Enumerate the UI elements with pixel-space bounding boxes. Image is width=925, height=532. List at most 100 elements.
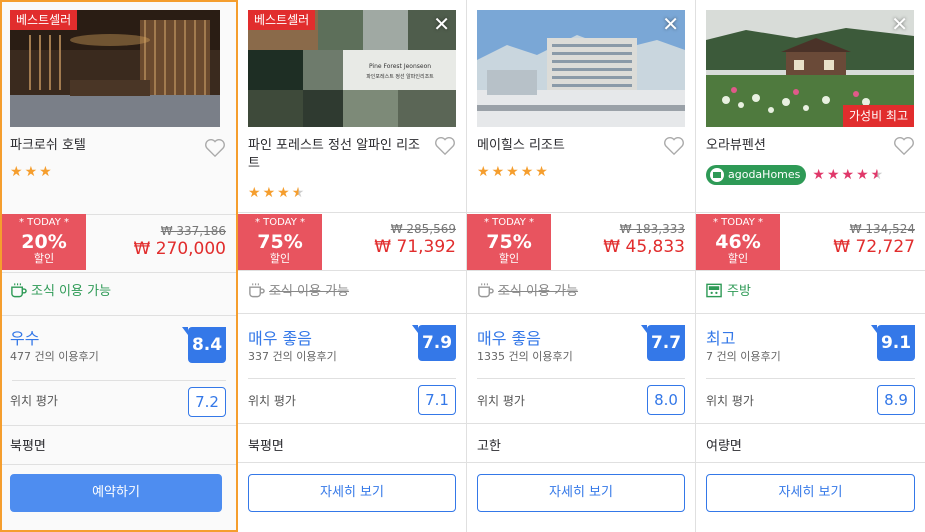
original-price: ₩ 134,524 bbox=[849, 222, 915, 236]
view-details-button[interactable]: 자세히 보기 bbox=[248, 474, 456, 512]
hotel-name[interactable]: 파크로쉬 호텔 bbox=[10, 137, 190, 155]
hotel-area: 고한 bbox=[477, 439, 501, 454]
star-icon: ★ bbox=[248, 185, 261, 201]
favorite-heart-icon[interactable] bbox=[663, 136, 685, 156]
sale-price: ₩ 71,392 bbox=[374, 237, 456, 257]
best-value-badge: 가성비 최고 bbox=[842, 105, 914, 127]
location-rating-label: 위치 평가 bbox=[248, 394, 296, 408]
close-icon[interactable]: ✕ bbox=[891, 14, 908, 34]
star-icon: ★ bbox=[826, 167, 840, 183]
agoda-homes-badge: agodaHomes bbox=[706, 165, 807, 185]
star-icon: ★ bbox=[477, 164, 490, 180]
today-label: * TODAY * bbox=[712, 217, 764, 228]
discount-percent: 75% bbox=[257, 231, 303, 253]
star-icon: ★ bbox=[520, 164, 534, 180]
divider bbox=[696, 313, 925, 314]
star-icon: ★ bbox=[39, 164, 52, 180]
divider bbox=[706, 378, 915, 379]
star-icon: ★ bbox=[841, 167, 855, 183]
discount-label: 할인 bbox=[727, 252, 749, 265]
divider bbox=[696, 212, 925, 213]
original-price: ₩ 337,186 bbox=[160, 224, 226, 238]
divider bbox=[2, 272, 236, 273]
review-score-label: 우수 bbox=[10, 329, 40, 348]
review-score-badge: 8.4 bbox=[182, 327, 226, 363]
hotel-photo[interactable]: Pine Forest Jeonseon 파인포레스트 정선 알파인리조트 베스… bbox=[248, 10, 456, 127]
divider bbox=[2, 315, 236, 316]
book-button[interactable]: 예약하기 bbox=[10, 474, 222, 512]
coffee-cup-icon bbox=[11, 282, 27, 297]
location-rating-label: 위치 평가 bbox=[477, 394, 525, 408]
hotel-area: 북평면 bbox=[10, 439, 46, 454]
divider bbox=[467, 270, 695, 271]
today-label: * TODAY * bbox=[18, 217, 70, 228]
view-details-button[interactable]: 자세히 보기 bbox=[706, 474, 915, 512]
star-icon: ★ bbox=[812, 167, 825, 183]
hotel-card[interactable]: 베스트셀러 파크로쉬 호텔 ★ ★ ★ * TODAY * 20% 할인 ₩ 3… bbox=[0, 0, 238, 532]
hotel-card[interactable]: ✕ 가성비 최고 오라뷰펜션 agodaHomes ★ ★ ★ ★ ★ * TO… bbox=[696, 0, 925, 532]
divider bbox=[467, 462, 695, 463]
discount-label: 할인 bbox=[269, 252, 291, 265]
close-icon[interactable]: ✕ bbox=[662, 14, 679, 34]
original-price: ₩ 183,333 bbox=[619, 222, 685, 236]
photo-caption: Pine Forest Jeonseon bbox=[369, 63, 431, 70]
star-icon: ★ bbox=[24, 164, 38, 180]
review-count[interactable]: 7 건의 이용후기 bbox=[706, 348, 781, 364]
location-rating-label: 위치 평가 bbox=[706, 394, 754, 408]
agoda-homes-label: agodaHomes bbox=[728, 168, 801, 181]
amenity-breakfast: 조식 이용 가능 bbox=[248, 280, 349, 299]
amenity-breakfast: 조식 이용 가능 bbox=[10, 280, 111, 299]
divider bbox=[238, 212, 466, 213]
star-rating: ★ ★ ★ ★ ★ bbox=[812, 168, 883, 182]
discount-percent: 46% bbox=[715, 231, 761, 253]
hotel-card[interactable]: Pine Forest Jeonseon 파인포레스트 정선 알파인리조트 베스… bbox=[238, 0, 467, 532]
kitchen-icon bbox=[706, 283, 722, 297]
discount-percent: 75% bbox=[486, 231, 532, 253]
divider bbox=[2, 464, 236, 465]
hotel-photo-image bbox=[477, 10, 685, 127]
amenity-label: 조식 이용 가능 bbox=[31, 284, 112, 299]
hotel-photo[interactable]: 베스트셀러 bbox=[10, 10, 220, 127]
review-score-label: 매우 좋음 bbox=[477, 329, 541, 348]
review-count[interactable]: 477 건의 이용후기 bbox=[10, 348, 99, 364]
agoda-homes-row: agodaHomes ★ ★ ★ ★ ★ bbox=[706, 165, 883, 185]
review-count[interactable]: 1335 건의 이용후기 bbox=[477, 348, 573, 364]
star-icon: ★ bbox=[856, 167, 869, 183]
coffee-cup-icon bbox=[478, 282, 494, 297]
favorite-heart-icon[interactable] bbox=[893, 136, 915, 156]
review-score-badge: 7.7 bbox=[641, 325, 685, 361]
discount-percent: 20% bbox=[21, 231, 67, 253]
bestseller-badge: 베스트셀러 bbox=[10, 10, 78, 30]
hotel-name[interactable]: 메이힐스 리조트 bbox=[477, 137, 657, 155]
view-details-button[interactable]: 자세히 보기 bbox=[477, 474, 685, 512]
house-icon bbox=[710, 168, 724, 182]
discount-badge: * TODAY * 75% 할인 bbox=[467, 214, 551, 270]
star-rating: ★ ★ ★ bbox=[10, 165, 52, 179]
close-icon[interactable]: ✕ bbox=[433, 14, 450, 34]
hotel-name[interactable]: 파인 포레스트 정선 알파인 리조트 bbox=[248, 137, 428, 173]
photo-caption: 파인포레스트 정선 알파인리조트 bbox=[366, 73, 434, 80]
discount-badge: * TODAY * 46% 할인 bbox=[696, 214, 780, 270]
favorite-heart-icon[interactable] bbox=[204, 138, 226, 158]
hotel-photo[interactable]: ✕ bbox=[477, 10, 685, 127]
review-score-label: 매우 좋음 bbox=[248, 329, 312, 348]
discount-label: 할인 bbox=[498, 252, 520, 265]
hotel-photo[interactable]: ✕ 가성비 최고 bbox=[706, 10, 914, 127]
original-price: ₩ 285,569 bbox=[390, 222, 456, 236]
review-count[interactable]: 337 건의 이용후기 bbox=[248, 348, 337, 364]
location-score-badge: 8.9 bbox=[877, 385, 915, 415]
amenity-breakfast: 조식 이용 가능 bbox=[477, 280, 578, 299]
sale-price: ₩ 45,833 bbox=[603, 237, 685, 257]
favorite-heart-icon[interactable] bbox=[434, 136, 456, 156]
amenity-label: 조식 이용 가능 bbox=[269, 284, 350, 299]
hotel-name[interactable]: 오라뷰펜션 bbox=[706, 137, 886, 155]
today-label: * TODAY * bbox=[254, 217, 306, 228]
divider bbox=[696, 423, 925, 424]
divider bbox=[12, 380, 226, 381]
sale-price: ₩ 72,727 bbox=[833, 237, 915, 257]
hotel-card[interactable]: ✕ 메이힐스 리조트 ★ ★ ★ ★ ★ * TODAY * 75% 할인 ₩ … bbox=[467, 0, 696, 532]
star-icon: ★ bbox=[535, 164, 548, 180]
discount-badge: * TODAY * 75% 할인 bbox=[238, 214, 322, 270]
amenity-label: 주방 bbox=[727, 284, 751, 299]
star-icon: ★ bbox=[491, 164, 505, 180]
